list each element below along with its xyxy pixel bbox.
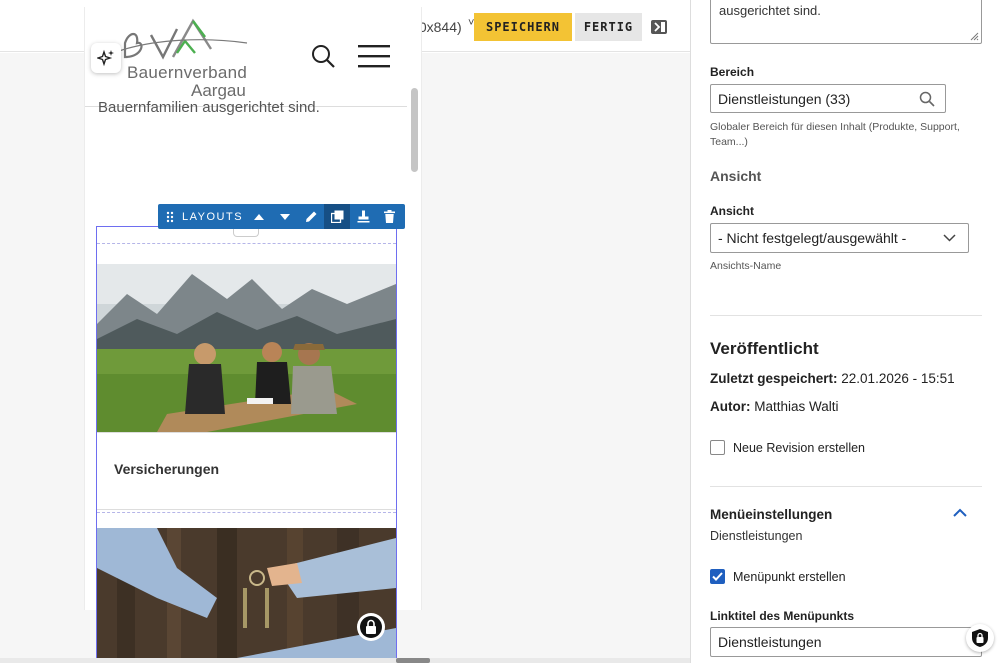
author-label: Autor: (710, 399, 751, 414)
layouts-label: LAYOUTS (182, 210, 244, 223)
ansicht-section-heading: Ansicht (710, 168, 762, 184)
bereich-label: Bereich (710, 65, 755, 79)
body-text-clipped: Bauernfamilien ausgerichtet sind. (98, 99, 320, 116)
delete-trash-icon[interactable] (376, 204, 402, 229)
menu-settings-sub: Dienstleistungen (710, 529, 803, 543)
search-icon[interactable] (919, 91, 935, 107)
textarea-text: ausgerichtet sind. (719, 3, 821, 18)
link-title-input[interactable]: Dienstleistungen (710, 627, 982, 657)
page-editor: iPhone 12 Pro (390x844) ˅ SPEICHERN FERT… (0, 0, 1000, 663)
ansicht-value: - Nicht festgelegt/ausgewählt - (718, 230, 907, 246)
canvas-horizontal-scroll (0, 658, 690, 663)
resize-grip-icon[interactable] (970, 32, 979, 41)
save-button[interactable]: SPEICHERN (474, 13, 572, 41)
section-divider (710, 486, 982, 487)
region-divider (97, 512, 396, 513)
checkbox-box[interactable] (710, 440, 725, 455)
stamp-icon[interactable] (350, 204, 376, 229)
move-up-icon[interactable] (246, 204, 272, 229)
section-divider (710, 315, 982, 316)
author-value: Matthias Walti (750, 399, 839, 414)
card-versicherungen[interactable]: Versicherungen (97, 432, 396, 510)
bereich-input[interactable]: Dienstleistungen (33) (710, 84, 946, 113)
new-revision-checkbox[interactable]: Neue Revision erstellen (710, 440, 865, 455)
new-revision-label: Neue Revision erstellen (733, 440, 866, 455)
bereich-value: Dienstleistungen (33) (718, 90, 851, 107)
logo-text-line1: Bauernverband (127, 63, 248, 82)
published-heading: Veröffentlicht (710, 339, 819, 358)
last-saved-label: Zuletzt gespeichert: (710, 371, 838, 386)
menu-create-checkbox[interactable]: Menüpunkt erstellen (710, 569, 846, 584)
chevron-up-icon[interactable] (953, 508, 967, 517)
ai-sparkle-icon[interactable] (91, 43, 121, 73)
logo-text-line2: Aargau (191, 81, 246, 100)
last-saved: Zuletzt gespeichert: 22.01.2026 - 15:51 (710, 371, 955, 386)
ansicht-label: Ansicht (710, 204, 755, 218)
description-textarea[interactable]: ausgerichtet sind. (710, 0, 982, 44)
ansicht-help: Ansichts-Name (710, 260, 782, 272)
menu-settings-heading[interactable]: Menüeinstellungen (710, 507, 832, 522)
ansicht-select[interactable]: - Nicht festgelegt/ausgewählt - (710, 223, 969, 253)
last-saved-value: 22.01.2026 - 15:51 (837, 371, 955, 386)
done-button[interactable]: FERTIG (575, 13, 642, 41)
preview-scrollbar[interactable] (411, 88, 418, 172)
link-title-label: Linktitel des Menüpunkts (710, 609, 855, 623)
hamburger-menu-icon[interactable] (358, 43, 390, 69)
collapse-sidebar-icon[interactable] (650, 18, 667, 35)
search-icon[interactable] (310, 43, 336, 69)
edit-pencil-icon[interactable] (298, 204, 324, 229)
drag-handle-icon[interactable] (158, 204, 182, 229)
card-image-keys (97, 528, 396, 663)
logo-icon (118, 18, 248, 60)
menu-create-label: Menüpunkt erstellen (733, 569, 846, 584)
site-header: Bauernverband Aargau (85, 7, 407, 107)
move-down-icon[interactable] (272, 204, 298, 229)
check-icon (712, 572, 723, 581)
chevron-down-icon (943, 234, 956, 242)
shield-lock-icon[interactable] (966, 624, 994, 652)
region-divider (97, 243, 396, 244)
card-title: Versicherungen (114, 461, 220, 477)
card-image-farmers (97, 264, 396, 432)
link-title-value: Dienstleistungen (718, 634, 822, 650)
layouts-toolbar: LAYOUTS (158, 204, 405, 229)
author: Autor: Matthias Walti (710, 399, 839, 414)
lock-icon[interactable] (357, 613, 385, 641)
horizontal-scroll-thumb[interactable] (396, 658, 430, 663)
checkbox-checked[interactable] (710, 569, 725, 584)
settings-sidebar: ausgerichtet sind. Bereich Dienstleistun… (690, 0, 1000, 663)
duplicate-icon[interactable] (324, 204, 350, 229)
bereich-help: Globaler Bereich für diesen Inhalt (Prod… (710, 121, 960, 148)
